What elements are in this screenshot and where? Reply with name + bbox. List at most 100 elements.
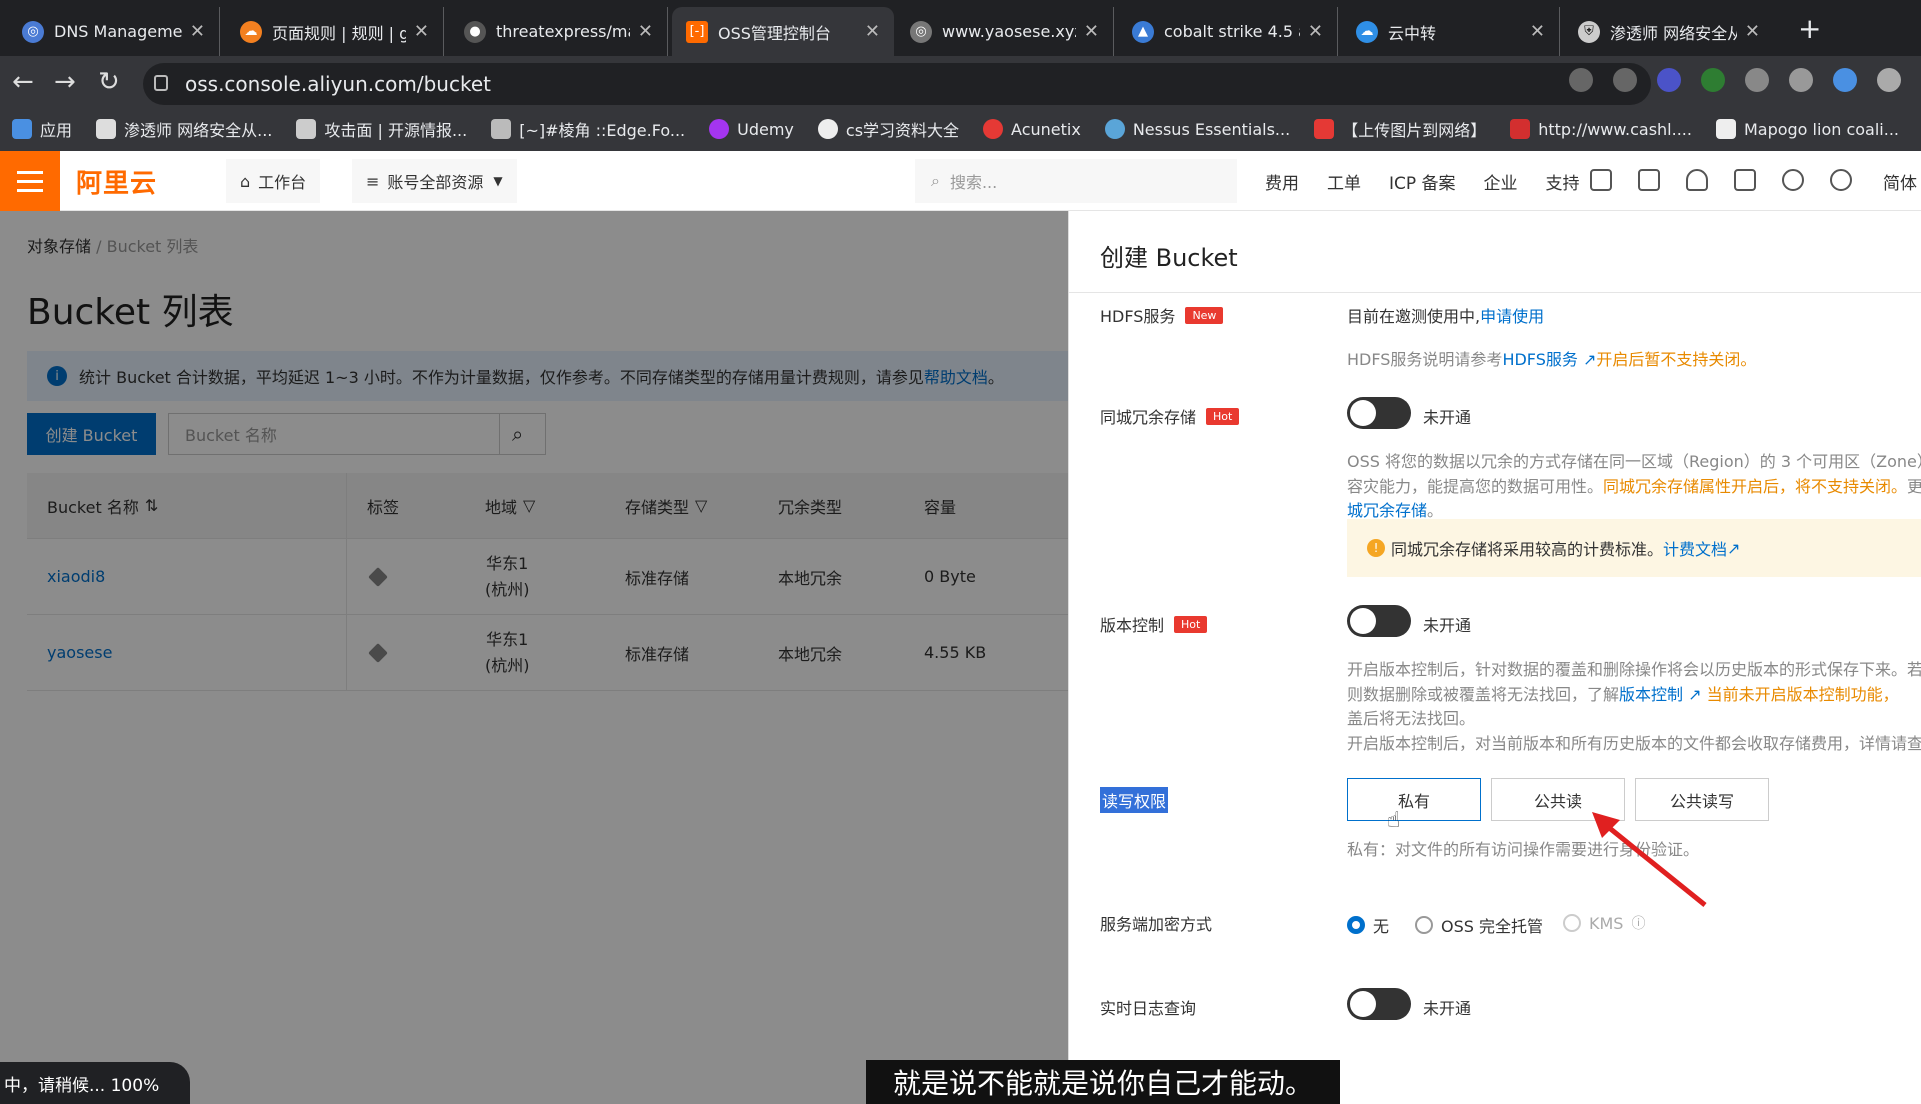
globe-icon: ◎	[22, 20, 44, 43]
browser-tab[interactable]: ● threatexpress/ma ✕	[450, 7, 668, 56]
lightbulb-icon[interactable]	[1782, 169, 1804, 191]
browser-tab-active[interactable]: [-] OSS管理控制台 ✕	[672, 7, 894, 56]
realtime-log-state: 未开通	[1423, 999, 1472, 1018]
header-link-billing[interactable]: 费用	[1265, 169, 1299, 194]
apps-icon	[12, 119, 32, 139]
bell-icon[interactable]	[1686, 169, 1708, 191]
workbench-button[interactable]: ⌂ 工作台	[226, 159, 321, 203]
bookmark-item[interactable]: [~]#棱角 ::Edge.Fo...	[491, 117, 685, 141]
acl-private-button[interactable]: 私有	[1347, 778, 1481, 821]
warning-icon: !	[1367, 539, 1385, 557]
browser-tab[interactable]: ☁ 页面规则 | 规则 | g ✕	[226, 7, 444, 56]
header-link-enterprise[interactable]: 企业	[1484, 169, 1518, 194]
hdfs-status-text: 目前在邀测使用中,	[1347, 307, 1481, 326]
tab-title: 渗透师 网络安全从	[1610, 23, 1737, 43]
help-icon[interactable]	[1830, 169, 1852, 191]
resources-dropdown[interactable]: ≡ 账号全部资源 ▼	[352, 159, 517, 203]
bookmark-item[interactable]: Acunetix	[983, 119, 1081, 139]
lock-icon[interactable]	[154, 75, 168, 91]
close-icon[interactable]: ✕	[1745, 21, 1760, 42]
search-placeholder: 搜索...	[949, 173, 998, 192]
hot-badge: Hot	[1174, 615, 1208, 633]
browser-tab-bar: ◎ DNS Managemen ✕ ☁ 页面规则 | 规则 | g ✕ ● threate…	[0, 0, 1921, 56]
bookmark-item[interactable]: Nessus Essentials...	[1104, 119, 1291, 139]
share-icon[interactable]	[1569, 68, 1593, 92]
address-bar[interactable]: oss.console.aliyun.com/bucket	[143, 63, 1651, 105]
hdfs-apply-link[interactable]: 申请使用	[1480, 307, 1544, 326]
mouse-cursor-icon: ☝	[1387, 808, 1401, 833]
hdfs-label-text: HDFS服务	[1100, 307, 1176, 326]
new-tab-icon[interactable]: +	[1798, 12, 1821, 45]
versioning-toggle[interactable]	[1347, 605, 1411, 637]
realtime-log-toggle[interactable]	[1347, 988, 1411, 1020]
bookmark-label: 应用	[40, 121, 73, 140]
browser-tab[interactable]: ▲ cobalt strike 4.5 ä ✕	[1118, 7, 1338, 56]
skull-icon	[296, 119, 317, 139]
bookmark-item[interactable]: 渗透师 网络安全从...	[96, 117, 272, 141]
menu-icon[interactable]	[0, 151, 60, 211]
aliyun-logo[interactable]: 阿里云	[76, 163, 157, 200]
url-text: oss.console.aliyun.com/bucket	[185, 72, 491, 96]
header-link-ticket[interactable]: 工单	[1327, 169, 1361, 194]
close-icon[interactable]: ✕	[1084, 21, 1099, 42]
external-link-icon: ↗	[1727, 538, 1741, 558]
zrs-label: 同城冗余存储 Hot	[1100, 404, 1240, 428]
browser-tab[interactable]: ⛨ 渗透师 网络安全从 ✕	[1564, 7, 1774, 56]
modal-mask[interactable]	[0, 211, 1068, 1104]
close-icon[interactable]: ✕	[865, 21, 880, 42]
header-link-icp[interactable]: ICP 备案	[1389, 169, 1456, 194]
extension-icon[interactable]	[1833, 68, 1857, 92]
bookmark-item[interactable]: Mapogo lion coali...	[1715, 119, 1899, 139]
language-switch[interactable]: 简体	[1883, 169, 1917, 194]
zrs-doc-link[interactable]: 城冗余存储	[1347, 501, 1427, 520]
close-icon[interactable]: ✕	[190, 21, 205, 42]
encryption-none-radio[interactable]: 无	[1347, 913, 1389, 937]
acunetix-icon	[983, 119, 1004, 139]
new-badge: New	[1185, 306, 1224, 324]
hdfs-doc-link[interactable]: HDFS服务	[1502, 350, 1577, 369]
header-search-input[interactable]: ⌕ 搜索...	[915, 159, 1237, 203]
close-icon[interactable]: ✕	[1308, 21, 1323, 42]
close-icon[interactable]: ✕	[414, 21, 429, 42]
radio-label: OSS 完全托管	[1441, 917, 1543, 936]
hdfs-desc-text: HDFS服务说明请参考	[1347, 350, 1503, 369]
close-icon[interactable]: ✕	[638, 21, 653, 42]
close-icon[interactable]: ✕	[1530, 21, 1545, 42]
encryption-oss-radio[interactable]: OSS 完全托管	[1415, 913, 1543, 937]
versioning-label: 版本控制 Hot	[1100, 612, 1208, 636]
bookmark-item[interactable]: 攻击面 | 开源情报...	[296, 117, 467, 141]
back-icon[interactable]: ←	[12, 67, 34, 97]
encryption-kms-radio[interactable]: KMS ⓘ	[1563, 913, 1645, 933]
bookmark-label: Nessus Essentials...	[1132, 119, 1291, 139]
bookmark-item[interactable]: 【上传图片到网络】	[1314, 117, 1486, 141]
bookmark-item[interactable]: http://www.cashl....	[1510, 119, 1692, 139]
zrs-toggle[interactable]	[1347, 397, 1411, 429]
app-icon[interactable]	[1590, 169, 1612, 191]
loading-status: 中，请稍候... 100%	[0, 1062, 190, 1104]
star-icon[interactable]	[1613, 68, 1637, 92]
help-icon[interactable]: ⓘ	[1631, 913, 1645, 933]
forward-icon[interactable]: →	[54, 67, 76, 97]
cart-icon[interactable]	[1734, 169, 1756, 191]
versioning-warning-cont: 盖后将无法找回。	[1347, 709, 1476, 728]
browser-tab[interactable]: ◎ DNS Managemen ✕	[8, 7, 220, 56]
external-link-icon: ↗	[1577, 350, 1597, 369]
browser-tab[interactable]: ☁ 云中转 ✕	[1342, 7, 1560, 56]
extension-icon[interactable]	[1877, 68, 1901, 92]
extension-icon[interactable]	[1789, 68, 1813, 92]
header-link-support[interactable]: 支持	[1546, 169, 1580, 194]
bookmark-item[interactable]: cs学习资料大全	[817, 117, 959, 141]
terminal-icon[interactable]	[1638, 169, 1660, 191]
extension-icon[interactable]	[1657, 68, 1681, 92]
bookmark-item[interactable]: Udemy	[709, 119, 794, 139]
tab-title: 页面规则 | 规则 | g	[272, 23, 406, 43]
bird-icon	[491, 119, 512, 139]
billing-doc-link[interactable]: 计费文档	[1663, 536, 1727, 560]
reload-icon[interactable]: ↻	[98, 67, 120, 97]
browser-tab[interactable]: ◎ www.yaosese.xyz ✕	[896, 7, 1114, 56]
extension-icon[interactable]	[1701, 68, 1725, 92]
versioning-doc-link[interactable]: 版本控制	[1619, 685, 1683, 704]
resources-label: 账号全部资源	[387, 173, 484, 192]
extension-icon[interactable]	[1745, 68, 1769, 92]
bookmark-apps[interactable]: 应用	[12, 117, 72, 141]
